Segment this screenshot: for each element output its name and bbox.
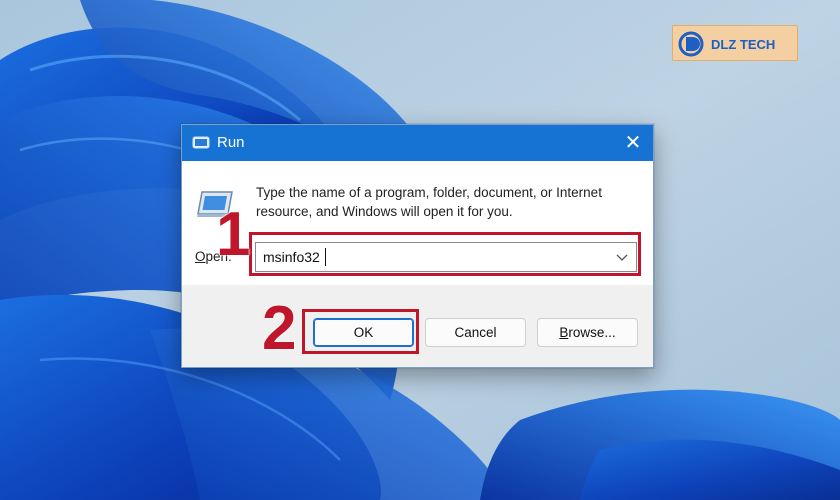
dialog-description: Type the name of a program, folder, docu… (256, 183, 646, 221)
dlz-tech-logo: DLZ TECH (672, 25, 798, 61)
open-label-mnemonic: O (195, 249, 206, 264)
close-icon[interactable]: ✕ (618, 129, 648, 157)
title-bar[interactable]: Run ✕ (182, 125, 653, 161)
browse-button[interactable]: Browse... (537, 318, 638, 347)
run-icon (192, 135, 210, 151)
description-line-1: Type the name of a program, folder, docu… (256, 185, 602, 200)
browse-label-rest: rowse... (568, 325, 616, 340)
cancel-button[interactable]: Cancel (425, 318, 526, 347)
svg-text:DLZ TECH: DLZ TECH (711, 37, 775, 52)
annotation-step-1: 1 (216, 200, 251, 269)
annotation-step-2: 2 (262, 294, 297, 363)
description-line-2: resource, and Windows will open it for y… (256, 204, 513, 219)
annotation-box-ok-button (302, 309, 419, 354)
annotation-box-open-field (249, 232, 641, 276)
dialog-title: Run (217, 134, 245, 151)
